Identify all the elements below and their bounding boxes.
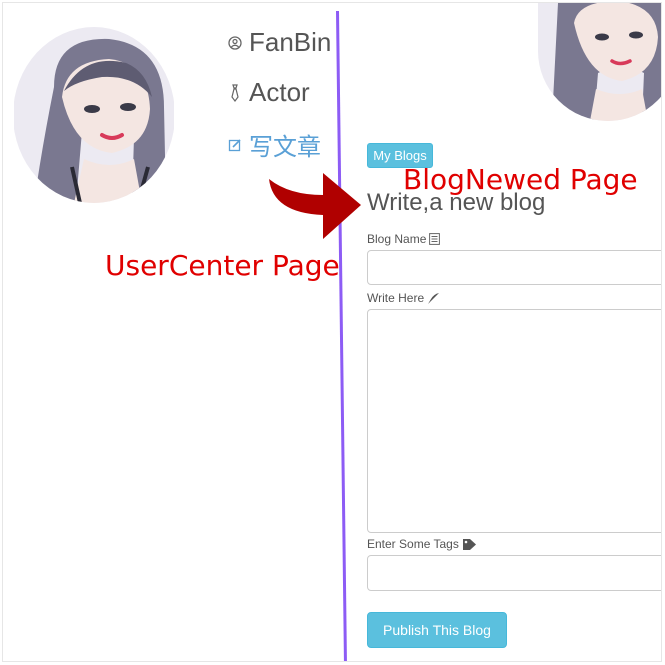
annotation-blognewed-page: BlogNewed Page [403, 163, 638, 196]
user-name: FanBin [249, 27, 332, 57]
publish-button[interactable]: Publish This Blog [367, 612, 507, 648]
feather-icon [427, 292, 440, 305]
screenshot-frame: FanBin Actor 写文章 My Blogs Write,a new bl… [2, 2, 662, 662]
user-circle-icon [227, 35, 243, 50]
blog-name-label: Blog Name [367, 232, 441, 246]
blog-name-input[interactable] [367, 250, 661, 285]
tags-label-text: Enter Some Tags [367, 537, 459, 551]
page-divider [336, 11, 348, 661]
blog-content-textarea[interactable] [367, 309, 661, 533]
tags-input[interactable] [367, 555, 661, 591]
avatar-illustration [14, 27, 174, 203]
blog-name-label-text: Blog Name [367, 232, 427, 246]
tags-label: Enter Some Tags [367, 537, 478, 551]
write-here-label-text: Write Here [367, 291, 425, 305]
avatar-illustration-small [538, 3, 661, 121]
annotation-usercenter-page: UserCenter Page [105, 249, 340, 282]
edit-icon [227, 138, 243, 152]
transition-arrow-icon [269, 173, 361, 239]
user-role: Actor [249, 77, 310, 107]
avatar[interactable] [13, 27, 175, 203]
avatar-small[interactable] [538, 3, 661, 121]
tag-icon [462, 538, 478, 551]
write-article-label: 写文章 [249, 134, 321, 161]
user-role-row: Actor [227, 77, 310, 108]
document-icon [429, 233, 441, 245]
user-name-row: FanBin [227, 27, 331, 58]
write-here-label: Write Here [367, 291, 440, 305]
write-article-link[interactable]: 写文章 [227, 127, 321, 162]
tie-icon [227, 83, 243, 102]
